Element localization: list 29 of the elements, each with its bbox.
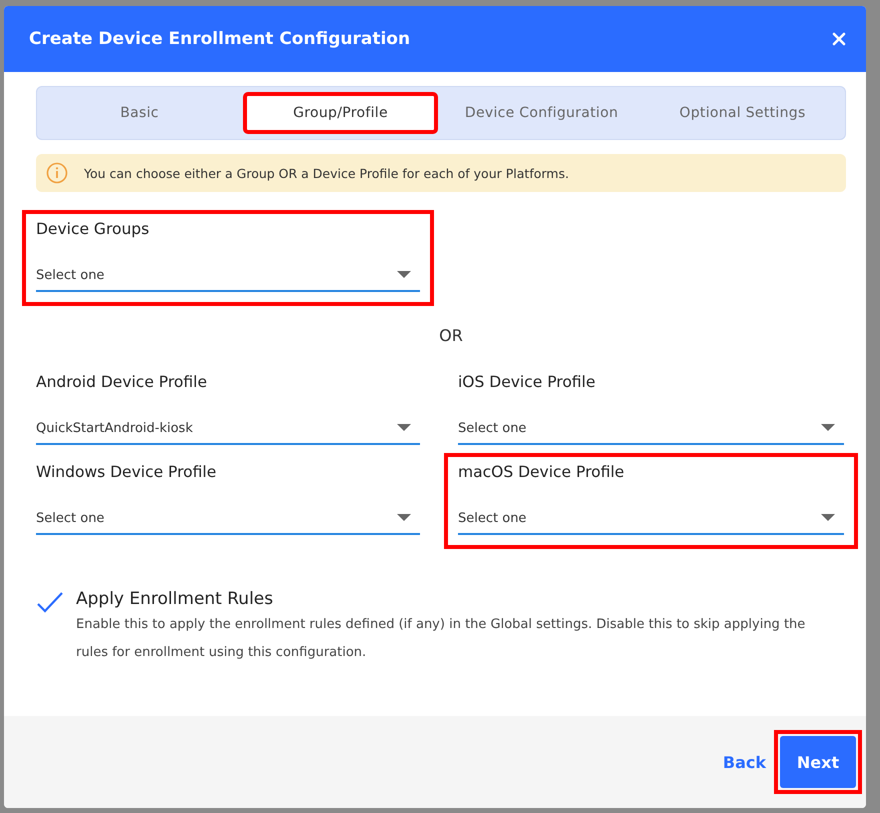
caret-icon <box>397 271 411 279</box>
dialog-title: Create Device Enrollment Configuration <box>29 29 410 49</box>
dropdown[interactable]: Select one <box>36 260 420 292</box>
next-button[interactable]: Next <box>780 736 856 788</box>
caret-icon <box>397 424 411 432</box>
field-label: Device Groups <box>36 220 150 238</box>
caret-icon <box>821 514 835 522</box>
close-icon[interactable] <box>832 32 846 46</box>
field-label: Windows Device Profile <box>36 463 218 481</box>
tab[interactable]: Group/Profile <box>243 92 438 134</box>
caret-icon <box>397 514 411 522</box>
dropdown[interactable]: Select one <box>36 503 420 535</box>
caret-icon <box>821 424 835 432</box>
tab[interactable]: Basic <box>42 92 237 134</box>
dropdown[interactable]: Select one <box>458 503 844 535</box>
or-separator: OR <box>438 326 464 345</box>
option-title: Apply Enrollment Rules <box>76 589 274 609</box>
dropdown[interactable]: Select one <box>458 413 844 445</box>
back-link[interactable]: Back <box>722 752 766 772</box>
tab[interactable]: Optional Settings <box>645 92 840 134</box>
field-label: Android Device Profile <box>36 373 208 391</box>
option-description: Enable this to apply the enrollment rules defined (if any) in the Global settings. Disable this to skip applying the rules for enrollment using this configuration. <box>76 616 806 662</box>
checkmark-icon[interactable] <box>36 591 64 613</box>
tab[interactable]: Device Configuration <box>444 92 639 134</box>
info-icon <box>46 162 68 184</box>
field-label: iOS Device Profile <box>458 373 596 391</box>
field-label: macOS Device Profile <box>458 463 626 481</box>
dropdown[interactable]: QuickStartAndroid-kiosk <box>36 413 420 445</box>
info-text: You can choose either a Group OR a Device Profile for each of your Platforms. <box>84 166 569 180</box>
